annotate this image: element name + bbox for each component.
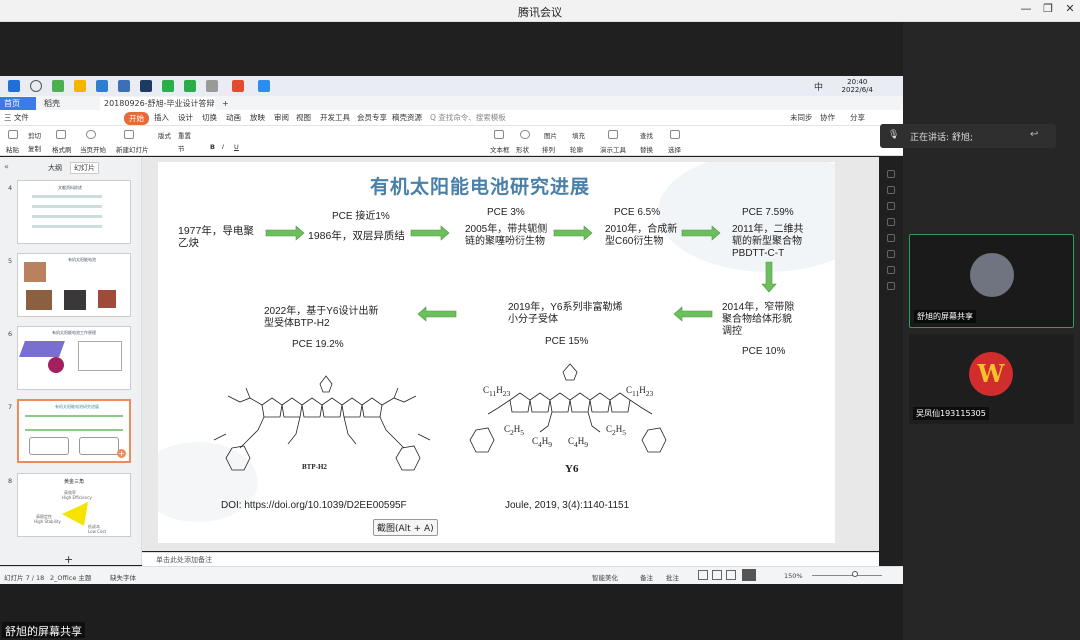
chem-label: C11H23: [483, 385, 511, 398]
tool-icon[interactable]: [887, 186, 895, 194]
joule-citation: Joule, 2019, 3(4):1140-1151: [505, 500, 630, 511]
normal-view-icon[interactable]: [698, 570, 708, 580]
sorter-view-icon[interactable]: [712, 570, 722, 580]
arrow-down: [761, 261, 777, 293]
zoom-slider[interactable]: [812, 575, 882, 576]
tool-icon[interactable]: [887, 250, 895, 258]
missing-font[interactable]: 缺失字体: [110, 572, 136, 582]
video-tile[interactable]: 舒旭的屏幕共享: [909, 234, 1074, 328]
tool-icon[interactable]: [887, 234, 895, 242]
zoom-thumb[interactable]: [852, 571, 858, 577]
avatar: [970, 253, 1014, 297]
speaking-text: 正在讲话: 舒旭;: [910, 133, 973, 143]
tile-name: 舒旭的屏幕共享: [914, 310, 976, 323]
chem-label: C2H5: [606, 424, 627, 437]
arrow-right: [410, 225, 450, 241]
reading-view-icon[interactable]: [726, 570, 736, 580]
video-tile[interactable]: W 吴凤仙193115305: [909, 334, 1074, 424]
arrow-right: [265, 225, 305, 241]
chem-label: C4H9: [532, 436, 553, 449]
participants-panel: [903, 22, 1080, 640]
status-bar: 幻灯片 7 / 18 2_Office 主题 缺失字体 智能美化 备注 批注 1…: [0, 566, 903, 584]
zoom-level[interactable]: 150%: [784, 572, 803, 580]
tool-icon[interactable]: [887, 170, 895, 178]
doi-citation: DOI: https://doi.org/10.1039/D2EE00595F: [221, 500, 407, 511]
restore-icon[interactable]: ❐: [1040, 2, 1056, 15]
notes-toggle[interactable]: 备注: [640, 572, 653, 582]
side-tools: [880, 170, 902, 298]
tool-icon[interactable]: [887, 202, 895, 210]
molecule-label-btp-h2: BTP-H2: [302, 463, 327, 471]
tool-icon[interactable]: [887, 282, 895, 290]
avatar: W: [969, 352, 1013, 396]
close-icon[interactable]: ✕: [1062, 2, 1078, 15]
molecule-label-y6: Y6: [565, 463, 579, 475]
comments-toggle[interactable]: 批注: [666, 572, 679, 582]
timeline-arrows: [213, 225, 777, 471]
speaking-indicator: 🎙 正在讲话: 舒旭; ↩: [880, 124, 1056, 148]
screenshot-hint: 截图(Alt + A): [373, 519, 438, 536]
tool-icon[interactable]: [887, 266, 895, 274]
arrow-left: [417, 306, 457, 322]
mic-icon: 🎙: [888, 130, 900, 140]
theme-name: 2_Office 主题: [50, 574, 92, 582]
arrow-right: [553, 225, 593, 241]
chem-label: C2H5: [504, 424, 525, 437]
reply-icon[interactable]: ↩: [1030, 129, 1038, 140]
minimize-icon[interactable]: —: [1018, 2, 1034, 15]
chem-label: C11H23: [626, 385, 654, 398]
meeting-bottom-area: [0, 584, 903, 640]
play-slideshow-icon[interactable]: [742, 569, 756, 581]
tool-icon[interactable]: [887, 218, 895, 226]
arrow-right: [681, 225, 721, 241]
tile-name: 吴凤仙193115305: [913, 407, 989, 420]
chem-label: C4H9: [568, 436, 589, 449]
notes-field[interactable]: 单击此处添加备注: [142, 552, 879, 566]
smart-beautify-button[interactable]: 智能美化: [592, 572, 618, 582]
slide-counter: 幻灯片 7 / 18: [4, 574, 45, 582]
arrow-left: [673, 306, 713, 322]
screen-share-label: 舒旭的屏幕共享: [2, 622, 85, 638]
btp-h2-structure: [213, 375, 431, 471]
